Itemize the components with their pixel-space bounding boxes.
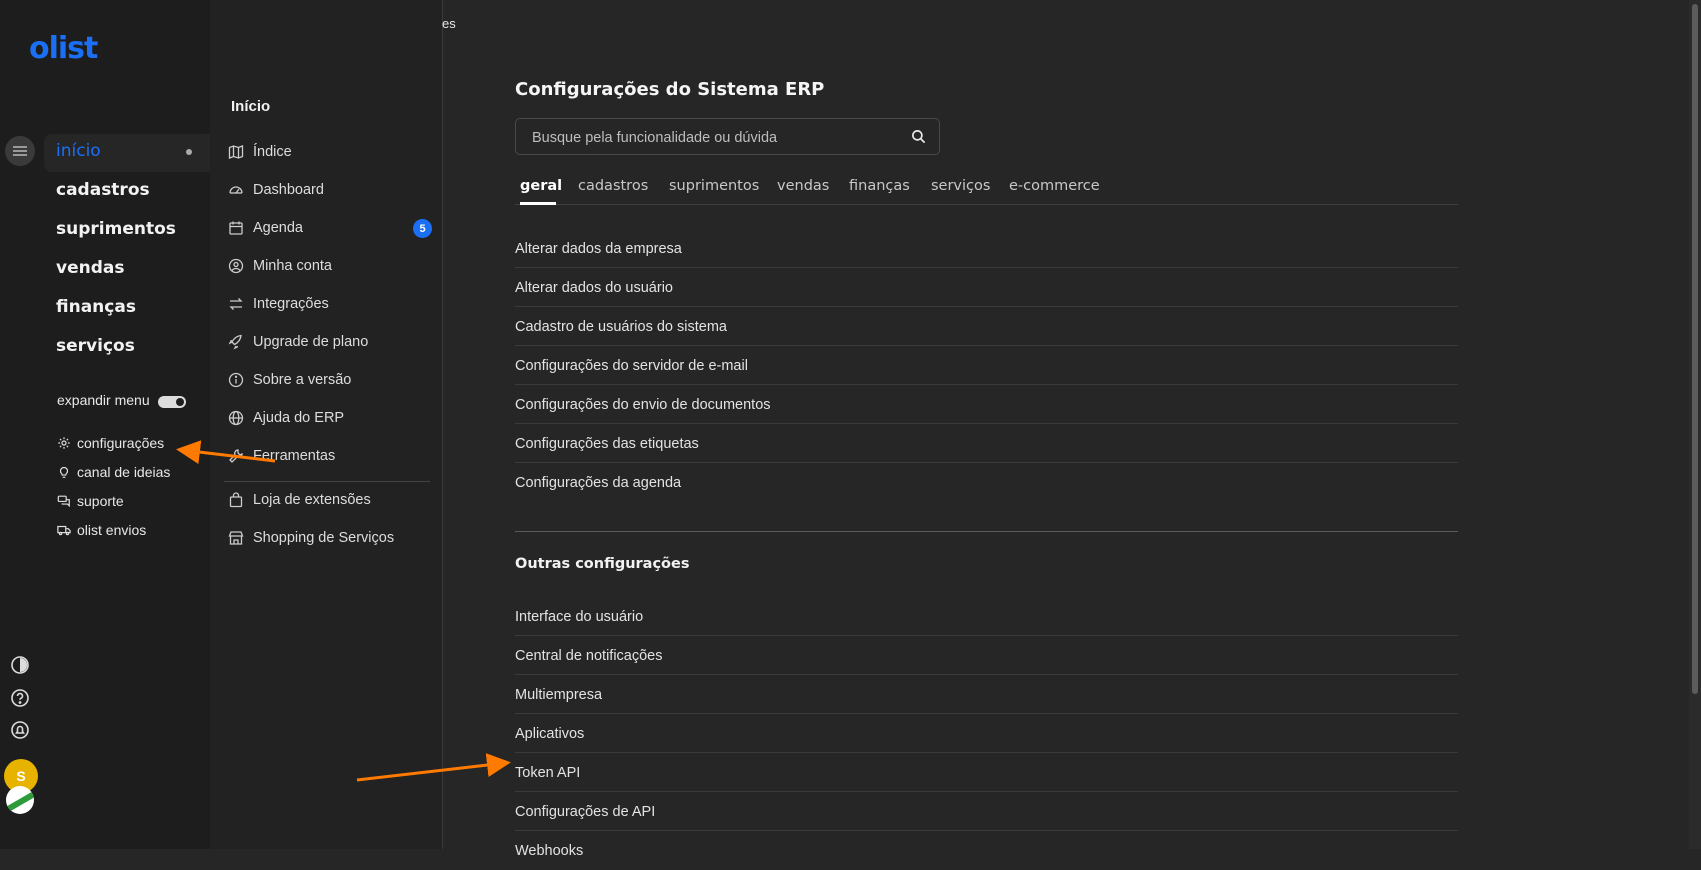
submenu-item-label: Loja de extensões bbox=[253, 492, 371, 508]
submenu-item-integracoes[interactable]: Integrações bbox=[228, 296, 329, 312]
list-item-token-api[interactable]: Token API bbox=[515, 753, 1458, 792]
submenu-title: Início bbox=[231, 98, 271, 115]
bag-icon bbox=[229, 492, 243, 508]
util-suporte[interactable]: suporte bbox=[57, 493, 124, 509]
nav-item-financas[interactable]: finanças bbox=[56, 297, 136, 317]
tab-financas[interactable]: finanças bbox=[849, 178, 910, 194]
vertical-scrollbar[interactable] bbox=[1689, 0, 1701, 849]
nav-item-inicio[interactable]: início bbox=[56, 141, 101, 161]
list-item[interactable]: Configurações das etiquetas bbox=[515, 424, 1458, 463]
list-item[interactable]: Central de notificações bbox=[515, 636, 1458, 675]
list-item[interactable]: Aplicativos bbox=[515, 714, 1458, 753]
submenu-item-loja-extensoes[interactable]: Loja de extensões bbox=[228, 492, 371, 508]
submenu-item-label: Integrações bbox=[253, 296, 329, 312]
search-input[interactable] bbox=[530, 119, 894, 156]
submenu-item-label: Upgrade de plano bbox=[253, 334, 369, 350]
lightbulb-icon bbox=[59, 466, 69, 478]
list-item[interactable]: Interface do usuário bbox=[515, 597, 1458, 636]
chat-icon bbox=[57, 495, 70, 508]
util-canal-de-ideias[interactable]: canal de ideias bbox=[57, 464, 170, 480]
submenu-item-dashboard[interactable]: Dashboard bbox=[228, 182, 324, 198]
globe-icon bbox=[228, 410, 244, 426]
submenu-item-label: Índice bbox=[253, 144, 292, 160]
company-avatar[interactable] bbox=[6, 786, 34, 814]
active-tab-indicator bbox=[520, 202, 556, 205]
list-item[interactable]: Multiempresa bbox=[515, 675, 1458, 714]
section-divider bbox=[515, 531, 1458, 532]
scrollbar-thumb[interactable] bbox=[1692, 4, 1698, 694]
list-item[interactable]: Configurações do envio de documentos bbox=[515, 385, 1458, 424]
submenu-item-minha-conta[interactable]: Minha conta bbox=[228, 258, 332, 274]
contrast-icon[interactable] bbox=[10, 655, 30, 675]
agenda-count-badge: 5 bbox=[413, 219, 432, 238]
list-item[interactable]: Alterar dados do usuário bbox=[515, 268, 1458, 307]
list-item[interactable]: Webhooks bbox=[515, 831, 1458, 870]
wrench-icon bbox=[229, 449, 243, 463]
info-icon bbox=[228, 372, 244, 388]
search-box bbox=[515, 118, 940, 156]
list-item[interactable]: Cadastro de usuários do sistema bbox=[515, 307, 1458, 346]
active-dot-icon bbox=[186, 149, 192, 155]
truck-icon bbox=[57, 525, 71, 536]
tab-cadastros[interactable]: cadastros bbox=[578, 178, 648, 194]
submenu-item-label: Ajuda do ERP bbox=[253, 410, 345, 426]
submenu-item-upgrade[interactable]: Upgrade de plano bbox=[228, 334, 368, 350]
util-configuracoes[interactable]: configurações bbox=[57, 435, 164, 451]
hamburger-menu-icon[interactable] bbox=[5, 136, 35, 166]
submenu-item-shopping-servicos[interactable]: Shopping de Serviços bbox=[228, 530, 394, 546]
swap-icon bbox=[229, 298, 243, 310]
submenu-item-label: Agenda bbox=[253, 220, 303, 236]
list-item[interactable]: Configurações de API bbox=[515, 792, 1458, 831]
nav-item-vendas[interactable]: vendas bbox=[56, 258, 124, 278]
rail-header bbox=[0, 0, 208, 132]
submenu-item-agenda[interactable]: Agenda bbox=[228, 220, 303, 236]
submenu-item-label: Dashboard bbox=[253, 182, 324, 198]
tab-vendas[interactable]: vendas bbox=[777, 178, 829, 194]
submenu-item-indice[interactable]: Índice bbox=[228, 144, 292, 160]
nav-item-cadastros[interactable]: cadastros bbox=[56, 180, 150, 200]
submenu-item-label: Sobre a versão bbox=[253, 372, 352, 388]
main-rail: olist início cadastros suprimentos venda… bbox=[0, 0, 210, 849]
calendar-icon bbox=[229, 221, 243, 235]
submenu-item-sobre-versao[interactable]: Sobre a versão bbox=[228, 372, 351, 388]
util-olist-envios[interactable]: olist envios bbox=[57, 522, 146, 538]
settings-tabs: geral cadastros suprimentos vendas finan… bbox=[515, 176, 1458, 205]
rocket-icon bbox=[228, 334, 242, 350]
clipped-tab-text: es bbox=[442, 16, 456, 31]
util-label: olist envios bbox=[77, 522, 147, 538]
user-circle-icon bbox=[228, 258, 244, 274]
store-icon bbox=[228, 531, 244, 545]
util-label: canal de ideias bbox=[77, 464, 171, 480]
olist-logo[interactable]: olist bbox=[29, 31, 98, 66]
util-label: configurações bbox=[77, 435, 165, 451]
page-title: Configurações do Sistema ERP bbox=[515, 79, 825, 100]
nav-item-servicos[interactable]: serviços bbox=[56, 336, 135, 356]
tab-geral[interactable]: geral bbox=[520, 178, 562, 194]
expand-menu-toggle[interactable] bbox=[158, 396, 186, 408]
bell-icon[interactable] bbox=[10, 720, 30, 740]
search-icon[interactable] bbox=[911, 129, 926, 144]
map-icon bbox=[228, 145, 244, 159]
tab-e-commerce[interactable]: e-commerce bbox=[1009, 178, 1100, 194]
tab-suprimentos[interactable]: suprimentos bbox=[669, 178, 759, 194]
util-label: suporte bbox=[77, 493, 124, 509]
list-item[interactable]: Configurações da agenda bbox=[515, 463, 1458, 502]
expand-menu-label: expandir menu bbox=[57, 392, 150, 408]
submenu-item-ferramentas[interactable]: Ferramentas bbox=[228, 448, 335, 464]
list-item[interactable]: Alterar dados da empresa bbox=[515, 229, 1458, 268]
submenu-item-label: Ferramentas bbox=[253, 448, 336, 464]
submenu-item-label: Minha conta bbox=[253, 258, 332, 274]
list-item[interactable]: Configurações do servidor de e-mail bbox=[515, 346, 1458, 385]
help-icon[interactable] bbox=[10, 688, 30, 708]
submenu-item-label: Shopping de Serviços bbox=[253, 530, 395, 546]
gear-icon bbox=[58, 437, 70, 449]
section-title: Outras configurações bbox=[515, 556, 690, 572]
gauge-icon bbox=[229, 186, 243, 194]
nav-item-suprimentos[interactable]: suprimentos bbox=[56, 219, 176, 239]
submenu-divider bbox=[224, 481, 430, 482]
submenu-item-ajuda[interactable]: Ajuda do ERP bbox=[228, 410, 344, 426]
tab-servicos[interactable]: serviços bbox=[931, 178, 990, 194]
submenu-panel: Início Índice Dashboard Agenda Minha con… bbox=[210, 0, 443, 849]
